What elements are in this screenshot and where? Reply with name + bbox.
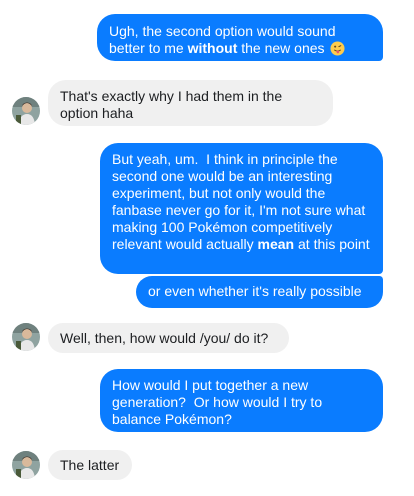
message-text-bold: mean [257,236,295,252]
message-text: at this point [294,236,370,252]
avatar[interactable] [12,451,40,479]
message-bubble-outgoing[interactable]: Ugh, the second option would sound bette… [97,14,383,61]
message-bubble-incoming[interactable]: Well, then, how would /you/ do it? [48,323,289,353]
message-text-bold: without [187,40,238,56]
avatar[interactable] [12,97,40,125]
message-bubble-outgoing[interactable]: or even whether it's really possible [136,276,383,308]
avatar-image-icon [12,323,40,351]
message-bubble-outgoing[interactable]: How would I put together a new generatio… [100,369,383,432]
tongue-out-emoji-icon [330,41,345,56]
message-text: the new ones [237,40,329,56]
chat-thread: Ugh, the second option would sound bette… [0,0,414,496]
avatar-image-icon [12,97,40,125]
message-bubble-incoming[interactable]: That's exactly why I had them in the opt… [48,80,333,126]
message-bubble-outgoing[interactable]: But yeah, um. I think in principle the s… [100,143,383,274]
avatar[interactable] [12,323,40,351]
message-bubble-incoming[interactable]: The latter [48,450,132,480]
avatar-image-icon [12,451,40,479]
